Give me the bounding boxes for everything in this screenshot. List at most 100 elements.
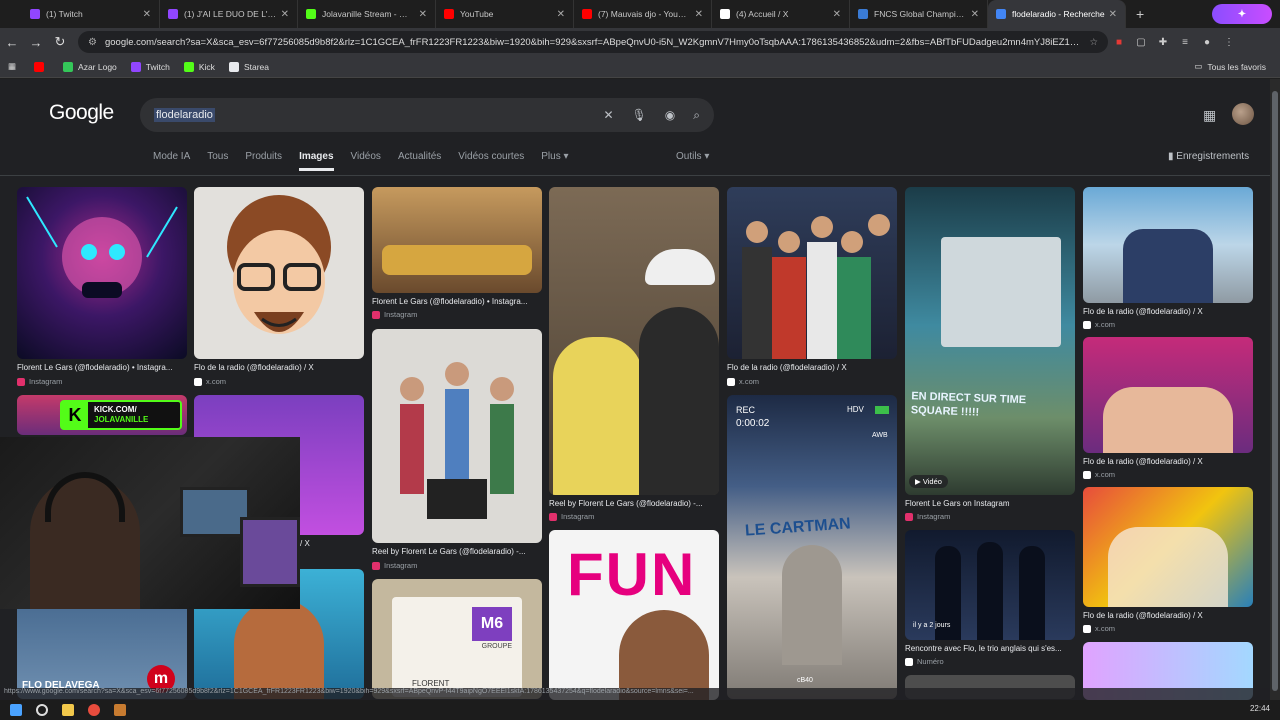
windows-start-icon[interactable] xyxy=(10,704,22,716)
clear-icon[interactable]: ✕ xyxy=(603,108,613,122)
browser-tab[interactable]: Jolavanille Stream - Watc ✕ xyxy=(298,0,436,28)
extensions-puzzle-icon[interactable]: ✚ xyxy=(1152,37,1174,48)
result-source[interactable]: Instagram xyxy=(905,512,950,521)
result-caption[interactable]: Florent Le Gars on Instagram xyxy=(905,499,1075,508)
browser-tab[interactable]: (4) Accueil / X ✕ xyxy=(712,0,850,28)
menu-kebab-icon[interactable]: ⋮ xyxy=(1218,37,1240,48)
result-image[interactable] xyxy=(549,187,719,495)
forward-icon[interactable]: → xyxy=(24,35,48,50)
result-image[interactable] xyxy=(17,187,187,359)
bookmark-item[interactable]: Twitch xyxy=(130,61,170,72)
result-caption[interactable]: Rencontre avec Flo, le trio anglais qui … xyxy=(905,644,1075,653)
tab-close-icon[interactable]: ✕ xyxy=(971,9,979,20)
result-caption[interactable]: Flo de la radio (@flodelaradio) / X xyxy=(727,363,897,372)
result-caption[interactable]: Flo de la radio (@flodelaradio) / X xyxy=(194,363,364,372)
search-tab[interactable]: Actualités xyxy=(398,151,441,171)
tools-button[interactable]: Outils ▾ xyxy=(676,151,709,162)
result-image[interactable] xyxy=(372,187,542,293)
account-avatar[interactable] xyxy=(1232,103,1254,125)
bookmark-item[interactable] xyxy=(34,61,49,72)
page-scrollbar[interactable] xyxy=(1270,79,1280,700)
result-source[interactable]: Numéro xyxy=(905,657,944,666)
result-image[interactable] xyxy=(194,187,364,359)
result-image[interactable]: FUN xyxy=(549,530,719,700)
lens-camera-icon[interactable]: ◉ xyxy=(665,108,675,122)
browser-tab[interactable]: (1) J'AI LE DUO DE L'ANN ✕ xyxy=(160,0,298,28)
result-image[interactable]: il y a 2 jours xyxy=(905,530,1075,640)
google-logo[interactable]: Google xyxy=(49,101,114,125)
browser-tab[interactable]: YouTube ✕ xyxy=(436,0,574,28)
reload-icon[interactable]: ↻ xyxy=(48,34,72,50)
scrollbar-thumb[interactable] xyxy=(1272,91,1278,691)
tab-close-icon[interactable]: ✕ xyxy=(143,9,151,20)
result-image[interactable] xyxy=(1083,337,1253,453)
result-source[interactable]: x.com xyxy=(1083,470,1115,479)
result-video[interactable]: EN DIRECT SUR TIME SQUARE !!!!! ▶ Vidéo xyxy=(905,187,1075,495)
result-image[interactable] xyxy=(1083,187,1253,303)
saved-button[interactable]: ▮ Enregistrements xyxy=(1168,151,1249,162)
browser-tab[interactable]: FNCS Global Championsh ✕ xyxy=(850,0,988,28)
result-source[interactable]: x.com xyxy=(194,377,226,386)
result-image[interactable]: M6 GROUPE FLORENT xyxy=(372,579,542,699)
back-icon[interactable]: ← xyxy=(0,35,24,50)
search-tab[interactable]: Produits xyxy=(245,151,282,171)
profile-avatar-icon[interactable]: ● xyxy=(1196,37,1218,48)
result-source[interactable]: Instagram xyxy=(549,512,594,521)
extension-icon[interactable]: ▢ xyxy=(1130,37,1152,48)
bookmark-item[interactable]: Starea xyxy=(228,61,269,72)
result-image[interactable] xyxy=(1083,487,1253,607)
browser-tab[interactable]: (7) Mauvais djo - YouTube ✕ xyxy=(574,0,712,28)
tab-close-icon[interactable]: ✕ xyxy=(833,9,841,20)
file-explorer-icon[interactable] xyxy=(62,704,74,716)
search-icon[interactable]: ⌕ xyxy=(693,108,700,123)
new-tab-button[interactable]: + xyxy=(1136,6,1144,22)
result-caption[interactable]: Florent Le Gars (@flodelaradio) • Instag… xyxy=(372,297,542,306)
result-caption[interactable]: Flo de la radio (@flodelaradio) / X xyxy=(1083,307,1253,316)
search-tab[interactable]: Mode IA xyxy=(153,151,190,171)
search-tab[interactable]: Tous xyxy=(207,151,228,171)
chrome-icon[interactable] xyxy=(88,704,100,716)
result-caption[interactable]: Reel by Florent Le Gars (@flodelaradio) … xyxy=(372,547,542,556)
result-source[interactable]: Instagram xyxy=(372,310,417,319)
result-source[interactable]: x.com xyxy=(727,377,759,386)
tab-close-icon[interactable]: ✕ xyxy=(695,9,703,20)
search-tab[interactable]: Plus ▾ xyxy=(541,151,568,171)
tab-close-icon[interactable]: ✕ xyxy=(1109,9,1117,20)
tab-close-icon[interactable]: ✕ xyxy=(557,9,565,20)
search-icon[interactable] xyxy=(36,704,48,716)
site-info-icon[interactable]: ⚙ xyxy=(88,37,97,48)
browser-tab[interactable]: (1) Twitch ✕ xyxy=(22,0,160,28)
google-apps-icon[interactable]: ▦ xyxy=(1203,107,1216,124)
bookmark-item[interactable]: Azar Logo xyxy=(63,61,117,72)
result-caption[interactable]: Flo de la radio (@flodelaradio) / X xyxy=(1083,611,1253,620)
search-tab[interactable]: Images xyxy=(299,151,334,171)
address-bar[interactable]: ⚙ google.com/search?sa=X&sca_esv=6f77256… xyxy=(78,31,1108,53)
bookmark-item[interactable]: Kick xyxy=(183,61,215,72)
bookmark-star-icon[interactable]: ☆ xyxy=(1089,37,1098,48)
all-bookmarks[interactable]: ▭ Tous les favoris xyxy=(1194,61,1266,72)
extension-icon[interactable]: ■ xyxy=(1108,37,1130,48)
microphone-icon[interactable]: 🎙 xyxy=(632,108,647,122)
result-caption[interactable]: Florent Le Gars (@flodelaradio) • Instag… xyxy=(17,363,187,372)
search-input[interactable]: flodelaradio xyxy=(154,108,215,122)
result-source[interactable]: x.com xyxy=(1083,624,1115,633)
profile-badge[interactable]: ✦ xyxy=(1212,4,1272,24)
search-tab[interactable]: Vidéos courtes xyxy=(458,151,524,171)
result-image[interactable] xyxy=(372,329,542,543)
result-source[interactable]: x.com xyxy=(1083,320,1115,329)
result-caption[interactable]: Flo de la radio (@flodelaradio) / X xyxy=(1083,457,1253,466)
app-icon[interactable] xyxy=(114,704,126,716)
result-source[interactable]: Instagram xyxy=(372,561,417,570)
result-caption[interactable]: Reel by Florent Le Gars (@flodelaradio) … xyxy=(549,499,719,508)
apps-grid-icon[interactable]: ▦ xyxy=(8,61,16,72)
search-tab[interactable]: Vidéos xyxy=(351,151,381,171)
tab-close-icon[interactable]: ✕ xyxy=(281,9,289,20)
result-video[interactable]: REC 0:00:02 HDV AWB LE CARTMAN cB40 xyxy=(727,395,897,699)
result-source[interactable]: Instagram xyxy=(17,377,62,386)
result-image[interactable] xyxy=(727,187,897,359)
search-box[interactable]: flodelaradio ✕ 🎙 ◉ ⌕ xyxy=(140,98,714,132)
tab-close-icon[interactable]: ✕ xyxy=(419,9,427,20)
result-caption-partial[interactable]: / X xyxy=(300,539,340,548)
media-controls-icon[interactable]: ≡ xyxy=(1174,37,1196,48)
browser-tab[interactable]: flodelaradio - Recherche ✕ xyxy=(988,0,1126,28)
